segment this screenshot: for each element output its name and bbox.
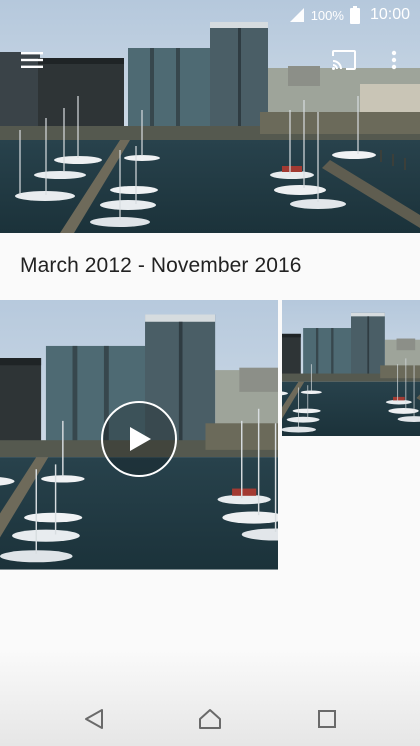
play-icon — [130, 427, 151, 451]
cast-button[interactable] — [324, 40, 364, 80]
back-button[interactable] — [76, 704, 112, 734]
battery-percent: 100% — [310, 7, 344, 23]
menu-button[interactable] — [12, 40, 52, 80]
more-vertical-icon — [391, 50, 397, 70]
clock: 10:00 — [369, 6, 410, 23]
album-date-range: March 2012 - November 2016 — [20, 254, 302, 277]
home-button[interactable] — [192, 704, 228, 734]
home-icon — [199, 709, 221, 729]
signal-icon — [289, 8, 304, 22]
status-bar: 100% 10:00 — [0, 0, 420, 30]
cast-icon — [332, 50, 356, 70]
recents-icon — [318, 710, 336, 728]
back-icon — [85, 709, 103, 729]
navigation-bar — [0, 650, 420, 746]
recents-button[interactable] — [309, 704, 345, 734]
play-button[interactable] — [101, 401, 177, 477]
battery-icon — [349, 6, 360, 24]
photo-thumbnail[interactable] — [282, 300, 420, 436]
menu-icon — [21, 52, 43, 68]
more-options-button[interactable] — [374, 40, 414, 80]
header-cover-image — [0, 0, 420, 233]
